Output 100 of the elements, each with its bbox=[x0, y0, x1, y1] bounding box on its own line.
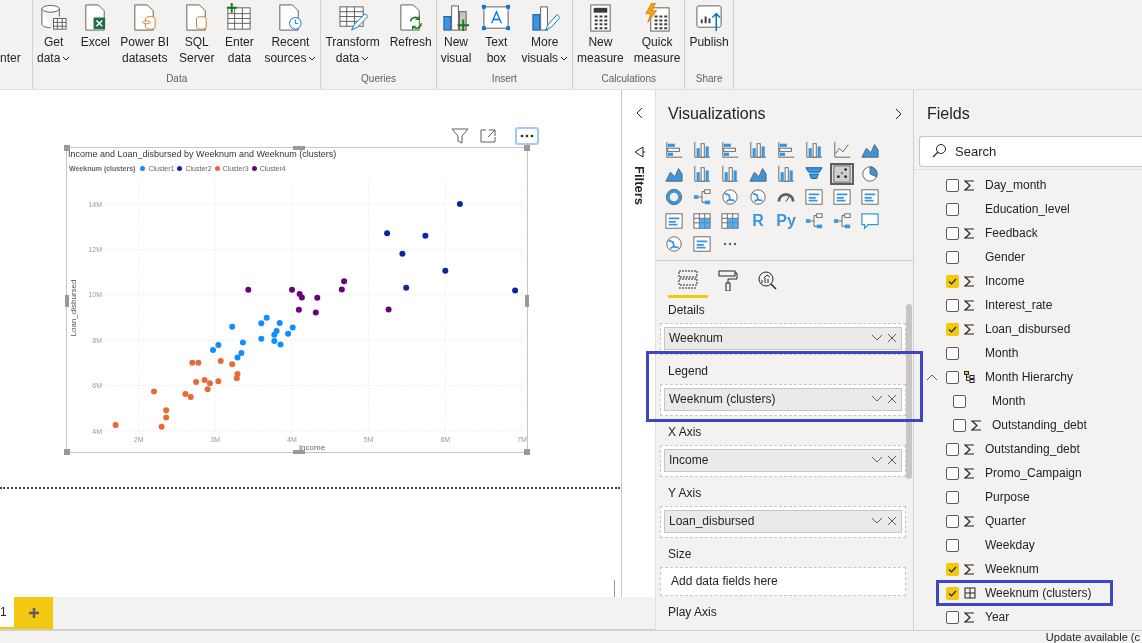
field-item[interactable]: Outstanding_debt bbox=[914, 437, 1142, 461]
field-item[interactable]: Weeknum bbox=[914, 557, 1142, 581]
field-item[interactable]: Weekday bbox=[914, 533, 1142, 557]
checkbox[interactable] bbox=[946, 610, 959, 624]
checkbox[interactable] bbox=[946, 226, 959, 240]
status-text: Update available (c bbox=[1045, 631, 1140, 643]
ribbon-button[interactable]: Quick measure bbox=[632, 3, 682, 66]
field-chip[interactable]: Weeknum bbox=[664, 326, 902, 350]
tree-icon bbox=[693, 188, 711, 206]
bar-chart-icon bbox=[721, 141, 739, 159]
button-label[interactable]: nter bbox=[0, 51, 21, 65]
field-item[interactable]: Loan_disbursed bbox=[914, 317, 1142, 341]
checkbox[interactable] bbox=[946, 466, 959, 480]
checkbox[interactable] bbox=[946, 514, 959, 528]
ribbon-button[interactable]: Refresh bbox=[388, 3, 433, 50]
field-item[interactable]: Month bbox=[914, 389, 1142, 413]
ribbon-button[interactable]: Power BI datasets bbox=[119, 3, 171, 66]
ribbon-button[interactable]: Enter data bbox=[223, 3, 256, 66]
pane-tab[interactable] bbox=[668, 267, 708, 298]
resize-handle[interactable] bbox=[64, 449, 70, 455]
map-icon bbox=[749, 188, 767, 206]
checkbox[interactable] bbox=[946, 538, 959, 552]
card-icon bbox=[833, 188, 851, 206]
axis-title: Income bbox=[298, 443, 326, 452]
scatter-chart-icon bbox=[833, 164, 851, 183]
resize-handle[interactable] bbox=[293, 450, 305, 454]
checkbox[interactable] bbox=[946, 202, 959, 216]
checkbox[interactable] bbox=[953, 418, 966, 432]
drop-zone[interactable]: Add data fields here bbox=[660, 566, 906, 596]
hierarchy-icon bbox=[964, 371, 975, 383]
ribbon-button[interactable]: Excel bbox=[79, 3, 112, 50]
well-label: Details bbox=[667, 301, 706, 319]
map-icon bbox=[721, 188, 739, 206]
field-item[interactable]: Income bbox=[914, 269, 1142, 293]
resize-handle[interactable] bbox=[64, 145, 70, 151]
checkbox[interactable] bbox=[946, 562, 959, 576]
field-item[interactable]: Month bbox=[914, 341, 1142, 365]
search-field[interactable]: Search bbox=[919, 136, 1142, 167]
field-item[interactable]: Education_level bbox=[914, 197, 1142, 221]
visual-type-button[interactable] bbox=[802, 186, 826, 208]
field-item[interactable]: Outstanding_debt bbox=[914, 413, 1142, 437]
resize-handle[interactable] bbox=[524, 145, 530, 151]
field-chip[interactable]: Weeknum (clusters) bbox=[664, 387, 902, 411]
checkbox[interactable] bbox=[946, 250, 959, 264]
column-chart-icon bbox=[693, 141, 711, 159]
field-item[interactable]: Gender bbox=[914, 245, 1142, 269]
ribbon-button[interactable]: Publish bbox=[688, 3, 730, 50]
checkbox[interactable] bbox=[946, 442, 959, 456]
sigma-icon bbox=[964, 563, 975, 575]
ribbon-button[interactable]: Get data bbox=[36, 3, 72, 66]
resize-handle[interactable] bbox=[65, 295, 69, 307]
checkbox[interactable] bbox=[946, 490, 959, 504]
column-chart-icon bbox=[749, 141, 767, 159]
checkbox[interactable] bbox=[946, 274, 959, 288]
checkbox[interactable] bbox=[946, 298, 959, 312]
visual-type-button[interactable] bbox=[830, 186, 854, 208]
visual-type-button[interactable] bbox=[690, 233, 714, 255]
field-chip[interactable]: Income bbox=[664, 448, 902, 472]
ribbon-button[interactable]: New visual bbox=[439, 3, 473, 66]
visual-type-button[interactable] bbox=[858, 186, 882, 208]
field-item[interactable]: Quarter bbox=[914, 509, 1142, 533]
checkbox[interactable] bbox=[953, 394, 966, 408]
visual-type-button[interactable] bbox=[830, 162, 854, 185]
field-item[interactable]: Year bbox=[914, 605, 1142, 629]
ribbon-button[interactable]: Recent sources bbox=[263, 3, 318, 66]
field-item[interactable]: Weeknum (clusters) bbox=[914, 581, 1142, 605]
chevron-down-icon bbox=[871, 517, 883, 525]
checkbox[interactable] bbox=[946, 370, 959, 384]
checkbox[interactable] bbox=[946, 178, 959, 192]
ribbon-button[interactable]: Text box bbox=[480, 3, 513, 66]
field-item[interactable]: Interest_rate bbox=[914, 293, 1142, 317]
scrollbar-thumb[interactable] bbox=[906, 303, 912, 479]
checkbox[interactable] bbox=[946, 586, 959, 600]
resize-handle[interactable] bbox=[293, 146, 305, 150]
field-item[interactable]: Promo_Campaign bbox=[914, 461, 1142, 485]
axis-title: Loan_disbursed bbox=[69, 279, 78, 337]
field-item[interactable]: Purpose bbox=[914, 485, 1142, 509]
checkbox[interactable] bbox=[946, 322, 959, 336]
checkbox[interactable] bbox=[946, 346, 959, 360]
ribbon-button[interactable]: SQL Server bbox=[178, 3, 216, 66]
well-label: Size bbox=[667, 545, 693, 563]
ribbon-button[interactable]: New measure bbox=[576, 3, 625, 66]
ribbon-button[interactable]: Transform data bbox=[324, 3, 381, 66]
page-tab[interactable]: 1 bbox=[0, 597, 14, 629]
well-label: X Axis bbox=[667, 423, 703, 441]
field-item[interactable]: Day_month bbox=[914, 173, 1142, 197]
field-chip[interactable]: Loan_disbursed bbox=[664, 509, 902, 533]
resize-handle[interactable] bbox=[525, 295, 529, 307]
bar-chart-pencil-icon bbox=[529, 3, 560, 33]
field-item[interactable]: Feedback bbox=[914, 221, 1142, 245]
ribbon-button[interactable]: More visuals bbox=[520, 3, 570, 66]
well-label: Y Axis bbox=[667, 484, 703, 502]
text-box-icon bbox=[481, 3, 512, 33]
more-options-button[interactable] bbox=[515, 127, 539, 145]
chart-upload-icon bbox=[694, 3, 725, 33]
chevron-down-icon bbox=[871, 334, 883, 342]
add-page-button[interactable] bbox=[14, 597, 53, 629]
field-item[interactable]: Month Hierarchy bbox=[914, 365, 1142, 389]
speech-bubble-icon bbox=[861, 211, 879, 230]
resize-handle[interactable] bbox=[524, 449, 530, 455]
